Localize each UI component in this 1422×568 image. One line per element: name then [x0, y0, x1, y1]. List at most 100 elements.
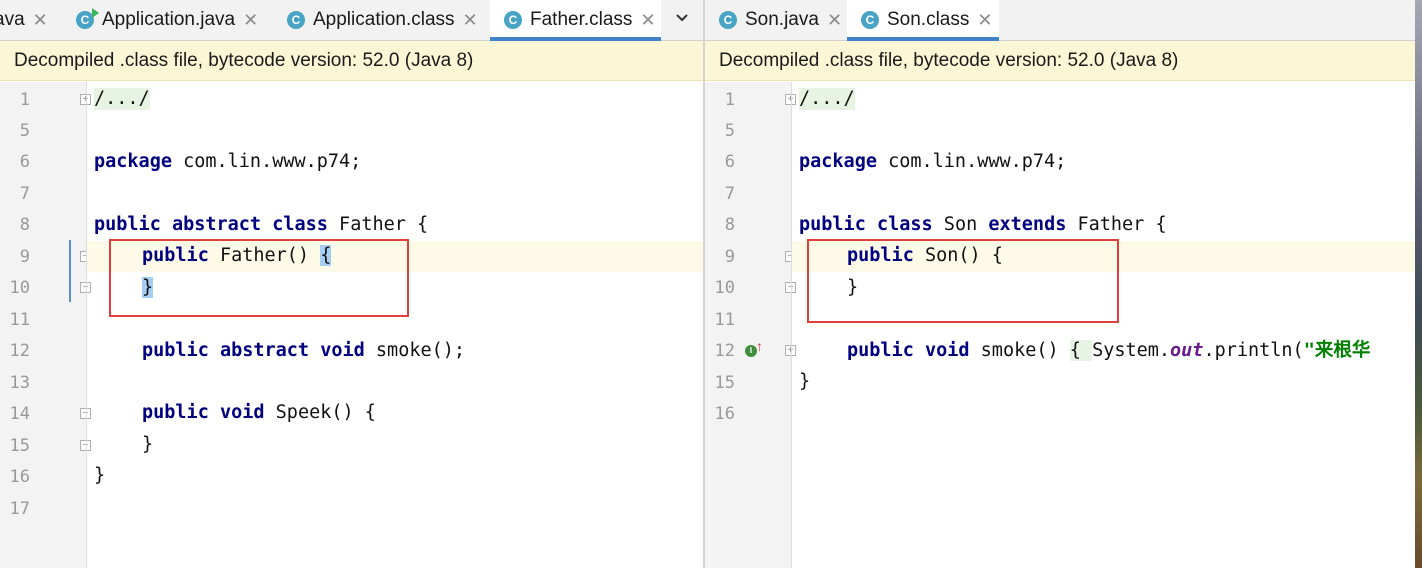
- code-line-12[interactable]: public abstract void smoke();: [142, 340, 465, 362]
- tab-label: Application.java: [102, 9, 236, 30]
- class-icon: C: [504, 11, 522, 29]
- class-icon: C: [861, 11, 879, 29]
- code-text: System.: [1092, 340, 1171, 361]
- keyword: class: [876, 214, 933, 235]
- line-number: 5: [724, 121, 735, 141]
- close-icon[interactable]: ✕: [243, 10, 258, 31]
- code-line-15[interactable]: }: [142, 434, 153, 456]
- code-text: Father {: [327, 214, 429, 235]
- highlight-box: [807, 239, 1119, 323]
- left-editor-pane: ava ✕ C Application.java ✕ C Application…: [0, 0, 703, 568]
- code-text: smoke();: [364, 340, 466, 361]
- close-icon[interactable]: ✕: [463, 10, 478, 31]
- keyword: void: [320, 340, 365, 361]
- code-text: com.lin.www.p74;: [876, 151, 1067, 172]
- line-number: 6: [724, 152, 735, 172]
- line-number: 12: [714, 341, 735, 361]
- tab-label: Father.class: [530, 9, 633, 30]
- line-number: 15: [9, 436, 30, 456]
- code-text: Father {: [1066, 214, 1167, 235]
- code-line-1[interactable]: /.../: [799, 88, 855, 110]
- tab-label: Son.class: [887, 9, 970, 30]
- line-number-gutter: 1 5 6 7 8 9 10 11 12 15 16 + − − I ↑ +: [705, 82, 796, 568]
- desktop-background-edge: [1415, 0, 1422, 568]
- line-number: 8: [19, 215, 30, 235]
- line-number-gutter: 1 5 6 7 8 9 10 11 12 13 14 15 16 17 + − …: [0, 82, 91, 568]
- change-marker: [69, 240, 71, 302]
- tab-application-java[interactable]: C Application.java ✕: [76, 0, 276, 40]
- code-text: smoke(): [969, 340, 1070, 361]
- code-line-15[interactable]: }: [799, 371, 810, 393]
- right-tab-bar: C Son.java ✕ C Son.class ✕: [705, 0, 1415, 41]
- keyword: abstract: [171, 214, 262, 235]
- static-field: out: [1170, 340, 1204, 361]
- tab-label: ava: [0, 9, 25, 30]
- close-icon[interactable]: ✕: [640, 10, 655, 31]
- up-arrow-icon[interactable]: ↑: [756, 338, 763, 354]
- line-number: 1: [724, 90, 735, 110]
- line-number: 13: [9, 373, 30, 393]
- line-number: 8: [724, 215, 735, 235]
- code-line-6[interactable]: package com.lin.www.p74;: [94, 151, 361, 173]
- collapsed-block[interactable]: {: [1069, 340, 1093, 361]
- right-editor-pane: C Son.java ✕ C Son.class ✕ Decompiled .c…: [705, 0, 1415, 568]
- keyword: package: [94, 151, 172, 172]
- code-text: com.lin.www.p74;: [171, 151, 362, 172]
- code-line-12[interactable]: public void smoke() { System.out.println…: [847, 340, 1370, 362]
- keyword: public: [142, 402, 209, 423]
- line-number: 9: [724, 247, 735, 267]
- class-icon: C: [287, 11, 305, 29]
- close-icon[interactable]: ✕: [33, 10, 48, 31]
- gutter-separator: [791, 82, 792, 568]
- line-number: 12: [9, 341, 30, 361]
- tab-label: Application.class: [313, 9, 455, 30]
- java-class-run-icon: C: [76, 8, 99, 29]
- line-number: 10: [714, 278, 735, 298]
- close-icon[interactable]: ✕: [977, 10, 992, 31]
- class-icon: C: [719, 11, 737, 29]
- keyword: public: [799, 214, 866, 235]
- code-line-14[interactable]: public void Speek() {: [142, 402, 376, 424]
- line-number: 16: [9, 467, 30, 487]
- gutter-separator: [86, 82, 87, 568]
- line-number: 11: [9, 310, 30, 330]
- line-number: 5: [19, 121, 30, 141]
- keyword: extends: [988, 214, 1067, 235]
- decompiled-banner: Decompiled .class file, bytecode version…: [0, 41, 703, 81]
- keyword: package: [799, 151, 877, 172]
- line-number: 10: [9, 278, 30, 298]
- string-literal: "来根华: [1303, 340, 1371, 361]
- highlight-box: [109, 239, 409, 317]
- line-number: 6: [19, 152, 30, 172]
- line-number: 16: [714, 404, 735, 424]
- code-text: Speek() {: [264, 402, 376, 423]
- line-number: 7: [724, 184, 735, 204]
- line-number: 14: [9, 404, 30, 424]
- left-tab-bar: ava ✕ C Application.java ✕ C Application…: [0, 0, 703, 41]
- tab-label: Son.java: [745, 9, 819, 30]
- chevron-down-icon[interactable]: [674, 10, 692, 28]
- keyword: public: [847, 340, 914, 361]
- keyword: public: [94, 214, 161, 235]
- tab-application-class[interactable]: C Application.class ✕: [287, 0, 487, 40]
- line-number: 11: [714, 310, 735, 330]
- line-number: 7: [19, 184, 30, 204]
- tab-son-java[interactable]: C Son.java ✕: [719, 0, 849, 40]
- code-line-6[interactable]: package com.lin.www.p74;: [799, 151, 1066, 173]
- code-line-16[interactable]: }: [94, 465, 105, 487]
- code-text: .println(: [1203, 340, 1304, 361]
- tab-father-class[interactable]: C Father.class ✕: [490, 0, 661, 41]
- line-number: 17: [9, 499, 30, 519]
- line-number: 15: [714, 373, 735, 393]
- decompiled-banner: Decompiled .class file, bytecode version…: [705, 41, 1415, 81]
- code-line-8[interactable]: public class Son extends Father {: [799, 214, 1167, 236]
- code-line-1[interactable]: /.../: [94, 88, 150, 110]
- line-number: 9: [19, 247, 30, 267]
- tab-java-partial[interactable]: ava ✕: [0, 0, 60, 40]
- close-icon[interactable]: ✕: [827, 10, 842, 31]
- keyword: abstract: [219, 340, 310, 361]
- tab-son-class[interactable]: C Son.class ✕: [847, 0, 999, 41]
- keyword: void: [219, 402, 265, 423]
- line-number: 1: [19, 90, 30, 110]
- code-line-8[interactable]: public abstract class Father {: [94, 214, 428, 236]
